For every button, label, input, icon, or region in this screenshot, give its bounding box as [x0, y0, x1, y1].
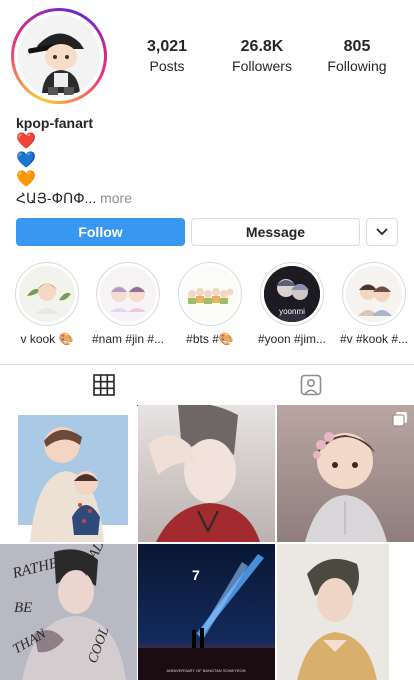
highlight-item[interactable]: #v #kook #...: [339, 262, 409, 346]
highlight-item[interactable]: v kook 🎨: [12, 262, 82, 346]
profile-stats: 3,021 Posts 26.8K Followers 805 Followin…: [122, 38, 402, 74]
bio-text: ՀԱՅ-ՓՈՓ...: [16, 190, 97, 206]
stat-posts[interactable]: 3,021 Posts: [122, 38, 212, 74]
highlight-cover: [19, 266, 75, 322]
post-thumbnail[interactable]: [277, 405, 414, 542]
highlight-ring: [178, 262, 242, 326]
highlight-label: #bts #🎨: [186, 332, 234, 346]
tab-posts-grid[interactable]: [0, 365, 207, 406]
highlight-label: #nam #jin #...: [91, 332, 165, 346]
stat-followers-value: 26.8K: [240, 38, 284, 55]
highlight-cover: yoonmi: [264, 266, 320, 322]
highlight-item[interactable]: #nam #jin #...: [91, 262, 165, 346]
post-thumbnail[interactable]: RATHER BE DEAD THAN COOL: [0, 544, 137, 680]
highlight-label: v kook 🎨: [20, 332, 74, 346]
tagged-icon: [300, 374, 321, 396]
posts-grid: RATHER BE DEAD THAN COOL 7 ANNIVERSARY O…: [0, 405, 414, 680]
follow-button[interactable]: Follow: [16, 218, 185, 246]
stat-posts-value: 3,021: [146, 38, 188, 55]
highlight-cover: [100, 266, 156, 322]
bio-red-heart: ❤️: [16, 133, 36, 150]
bio-more-link[interactable]: more: [100, 190, 132, 206]
stat-followers[interactable]: 26.8K Followers: [217, 38, 307, 74]
bio-blue-heart: 💙: [16, 152, 36, 169]
tab-tagged[interactable]: [207, 365, 414, 405]
suggested-dropdown-button[interactable]: [366, 218, 398, 246]
avatar-illustration: [18, 15, 100, 97]
stat-following-label: Following: [327, 58, 387, 74]
highlight-ring: [15, 262, 79, 326]
post-thumbnail[interactable]: [0, 405, 137, 542]
highlight-cover: [346, 266, 402, 322]
multiple-photos-icon: [392, 411, 408, 432]
highlight-label: #yoon #jim...: [257, 332, 327, 346]
profile-bio: kpop-fanart ❤️ 💙 🧡 ՀԱՅ-ՓՈՓ... more: [16, 114, 396, 207]
art-text: ANNIVERSARY OF BANGTAN SONEYEON: [166, 668, 245, 673]
chevron-down-icon: [376, 228, 388, 236]
stat-following-value: 805: [343, 38, 371, 55]
stat-followers-label: Followers: [232, 58, 292, 74]
highlight-item[interactable]: #bts #🎨: [175, 262, 245, 346]
highlight-ring: yoonmi: [260, 262, 324, 326]
highlight-cover-text: yoonmi: [279, 307, 305, 316]
highlight-ring: [96, 262, 160, 326]
art-text: BE: [14, 600, 32, 616]
stat-posts-label: Posts: [149, 58, 185, 74]
highlight-label: #v #kook #...: [339, 332, 409, 346]
highlight-item[interactable]: yoonmi #yoon #jim...: [257, 262, 327, 346]
grid-icon: [92, 374, 115, 396]
post-thumbnail[interactable]: 7 ANNIVERSARY OF BANGTAN SONEYEON: [138, 544, 275, 680]
stat-following[interactable]: 805 Following: [312, 38, 402, 74]
profile-avatar-frame: [14, 11, 104, 101]
art-text: 7: [192, 567, 200, 583]
bio-orange-heart: 🧡: [16, 171, 36, 188]
profile-tabs: [0, 364, 414, 406]
highlight-cover: [182, 266, 238, 322]
profile-avatar-ring[interactable]: [11, 8, 107, 104]
highlight-ring: [342, 262, 406, 326]
post-thumbnail[interactable]: [277, 544, 414, 680]
profile-username: kpop-fanart: [16, 115, 93, 131]
post-thumbnail[interactable]: [138, 405, 275, 542]
bio-text-line: ՀԱՅ-ՓՈՓ... more: [16, 189, 396, 207]
profile-actions: Follow Message: [16, 218, 398, 246]
profile-avatar: [18, 15, 100, 97]
story-highlights: v kook 🎨 #nam #jin #... #bts #🎨 yoonmi #…: [0, 262, 414, 352]
message-button[interactable]: Message: [191, 218, 360, 246]
